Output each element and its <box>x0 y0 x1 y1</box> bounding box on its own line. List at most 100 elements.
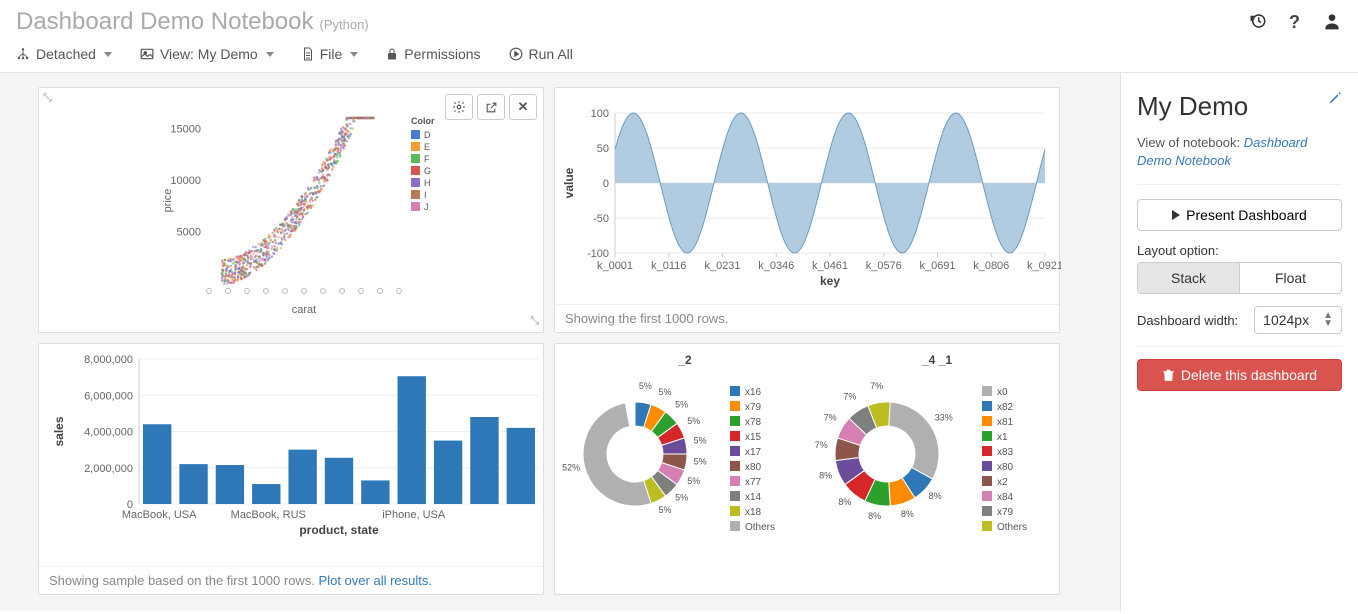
user-icon[interactable] <box>1322 11 1342 34</box>
svg-text:6,000,000: 6,000,000 <box>84 390 133 402</box>
run-all-label: Run All <box>529 46 573 62</box>
tile-scatter[interactable]: ✕ ⤡ ⤡ 50001000015000caratpriceColorDEFGH… <box>38 87 544 333</box>
svg-text:D: D <box>424 130 431 140</box>
svg-text:8%: 8% <box>929 491 942 501</box>
donut-chart-2: _25%5%5%5%5%5%5%5%5%52%x16x79x78x15x17x8… <box>555 344 807 562</box>
permissions-button[interactable]: Permissions <box>386 46 480 62</box>
dashboard-canvas: ✕ ⤡ ⤡ 50001000015000caratpriceColorDEFGH… <box>0 73 1120 611</box>
layout-float-button[interactable]: Float <box>1239 263 1341 293</box>
svg-text:x16: x16 <box>745 387 762 398</box>
plot-over-all-link[interactable]: Plot over all results. <box>319 573 432 588</box>
svg-text:_4 _1: _4 _1 <box>921 353 952 367</box>
svg-text:MacBook, USA: MacBook, USA <box>122 509 197 521</box>
svg-text:I: I <box>424 190 427 200</box>
help-icon[interactable]: ? <box>1289 12 1300 33</box>
svg-text:key: key <box>820 274 840 288</box>
svg-text:k_0231: k_0231 <box>704 260 740 272</box>
svg-text:iPhone, USA: iPhone, USA <box>382 509 446 521</box>
bar-chart: 02,000,0004,000,0006,000,0008,000,000Mac… <box>39 344 545 562</box>
svg-text:_2: _2 <box>677 353 692 367</box>
svg-text:2,000,000: 2,000,000 <box>84 463 133 475</box>
svg-text:x77: x77 <box>745 477 762 488</box>
width-value: 1024px <box>1263 312 1309 328</box>
svg-text:value: value <box>562 167 576 198</box>
file-menu[interactable]: File <box>302 46 359 62</box>
svg-text:sales: sales <box>52 416 66 446</box>
play-icon <box>1172 210 1180 220</box>
dashboard-name: My Demo <box>1137 91 1248 122</box>
svg-text:5000: 5000 <box>177 226 201 238</box>
chevron-down-icon <box>266 52 274 57</box>
svg-text:k_0461: k_0461 <box>812 260 848 272</box>
svg-text:F: F <box>424 154 430 164</box>
chevron-down-icon <box>104 52 112 57</box>
svg-text:carat: carat <box>292 304 316 316</box>
svg-text:-100: -100 <box>587 248 609 260</box>
tile-donuts[interactable]: _25%5%5%5%5%5%5%5%5%52%x16x79x78x15x17x8… <box>554 343 1060 595</box>
dashboard-width-select[interactable]: 1024px ▲▼ <box>1254 306 1342 334</box>
delete-dashboard-button[interactable]: Delete this dashboard <box>1137 359 1342 391</box>
svg-text:5%: 5% <box>694 436 707 446</box>
svg-text:5%: 5% <box>639 381 652 391</box>
svg-text:k_0346: k_0346 <box>758 260 794 272</box>
layout-stack-button[interactable]: Stack <box>1138 263 1239 293</box>
edit-name-icon[interactable] <box>1328 91 1342 108</box>
view-menu[interactable]: View: My Demo <box>140 46 274 62</box>
present-dashboard-button[interactable]: Present Dashboard <box>1137 199 1342 231</box>
area-chart: -100-50050100k_0001k_0116k_0231k_0346k_0… <box>555 88 1061 300</box>
subtitle-prefix: View of notebook: <box>1137 135 1244 150</box>
svg-text:7%: 7% <box>870 381 883 391</box>
svg-text:J: J <box>424 202 429 212</box>
svg-text:E: E <box>424 142 430 152</box>
tile-bar[interactable]: 02,000,0004,000,0006,000,0008,000,000Mac… <box>38 343 544 595</box>
svg-text:7%: 7% <box>815 440 828 450</box>
notebook-title: Dashboard Demo Notebook <box>16 8 314 36</box>
svg-text:Color: Color <box>411 116 435 126</box>
svg-text:x2: x2 <box>997 477 1008 488</box>
svg-text:x81: x81 <box>997 417 1014 428</box>
svg-text:MacBook, RUS: MacBook, RUS <box>231 509 306 521</box>
svg-text:x1: x1 <box>997 432 1008 443</box>
svg-text:H: H <box>424 178 431 188</box>
svg-text:x17: x17 <box>745 447 762 458</box>
footer-text: Showing sample based on the first 1000 r… <box>49 573 319 588</box>
svg-text:x14: x14 <box>745 492 762 503</box>
svg-text:x79: x79 <box>745 402 762 413</box>
svg-text:0: 0 <box>603 178 609 190</box>
history-icon[interactable] <box>1249 12 1267 33</box>
svg-text:Others: Others <box>997 522 1027 533</box>
cluster-menu-label: Detached <box>36 46 96 62</box>
view-of-notebook: View of notebook: Dashboard Demo Noteboo… <box>1137 134 1342 170</box>
present-label: Present Dashboard <box>1186 207 1307 223</box>
svg-text:8%: 8% <box>838 497 851 507</box>
svg-text:33%: 33% <box>935 412 953 422</box>
tile-sine[interactable]: -100-50050100k_0001k_0116k_0231k_0346k_0… <box>554 87 1060 333</box>
view-menu-label: View: My Demo <box>160 46 258 62</box>
run-all-button[interactable]: Run All <box>509 46 573 62</box>
svg-text:G: G <box>424 166 431 176</box>
svg-text:52%: 52% <box>562 462 580 472</box>
svg-text:8%: 8% <box>901 509 914 519</box>
svg-text:8%: 8% <box>868 511 881 521</box>
svg-text:-50: -50 <box>593 213 609 225</box>
svg-text:x18: x18 <box>745 507 762 518</box>
layout-segmented-control: Stack Float <box>1137 262 1342 294</box>
svg-text:k_0806: k_0806 <box>973 260 1009 272</box>
file-menu-label: File <box>320 46 343 62</box>
svg-text:k_0116: k_0116 <box>651 260 686 272</box>
svg-text:50: 50 <box>597 143 609 155</box>
permissions-label: Permissions <box>404 46 480 62</box>
scatter-chart: 50001000015000caratpriceColorDEFGHIJ <box>39 88 545 332</box>
svg-text:k_0691: k_0691 <box>919 260 955 272</box>
sidebar: My Demo View of notebook: Dashboard Demo… <box>1120 73 1358 611</box>
svg-text:k_0921: k_0921 <box>1027 260 1061 272</box>
svg-text:x80: x80 <box>745 462 762 473</box>
cluster-menu[interactable]: Detached <box>16 46 112 62</box>
svg-text:7%: 7% <box>824 412 837 422</box>
svg-text:100: 100 <box>591 108 609 120</box>
svg-text:5%: 5% <box>675 493 688 503</box>
tile-footer: Showing the first 1000 rows. <box>555 304 1059 332</box>
svg-text:10000: 10000 <box>170 175 201 187</box>
chevron-down-icon <box>350 52 358 57</box>
svg-text:5%: 5% <box>658 387 671 397</box>
